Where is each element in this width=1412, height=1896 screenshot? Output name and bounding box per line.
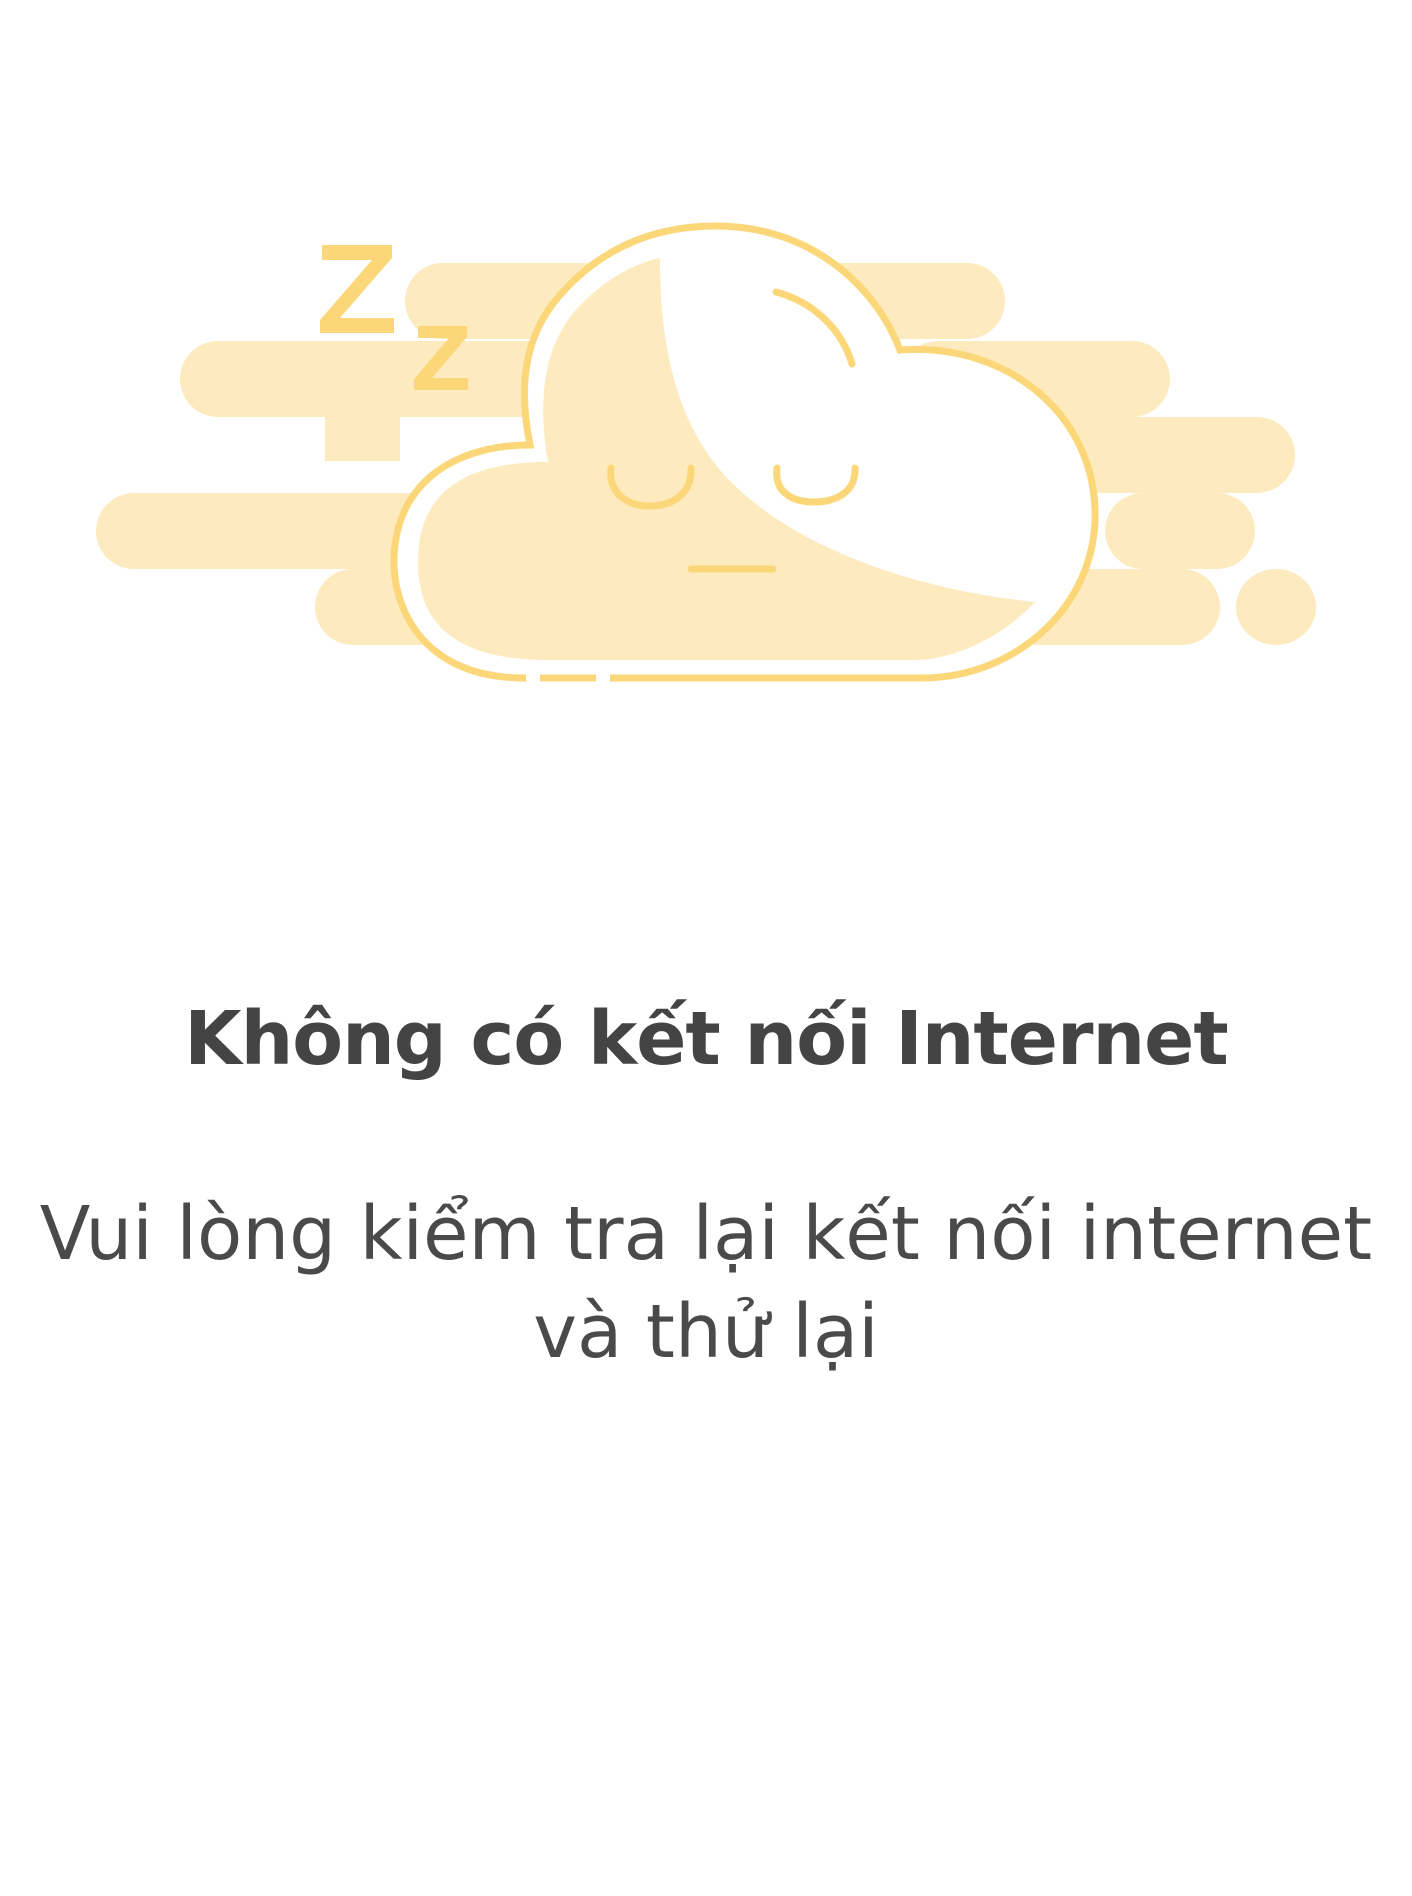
empty-state-subtitle: Vui lòng kiểm tra lại kết nối internet v… <box>39 1191 1373 1375</box>
empty-state-title: Không có kết nối Internet <box>184 996 1228 1082</box>
wind-streak <box>325 341 400 461</box>
wind-streak <box>1105 493 1255 569</box>
sleeping-cloud-icon <box>96 222 1316 683</box>
wind-dot <box>1236 569 1316 645</box>
